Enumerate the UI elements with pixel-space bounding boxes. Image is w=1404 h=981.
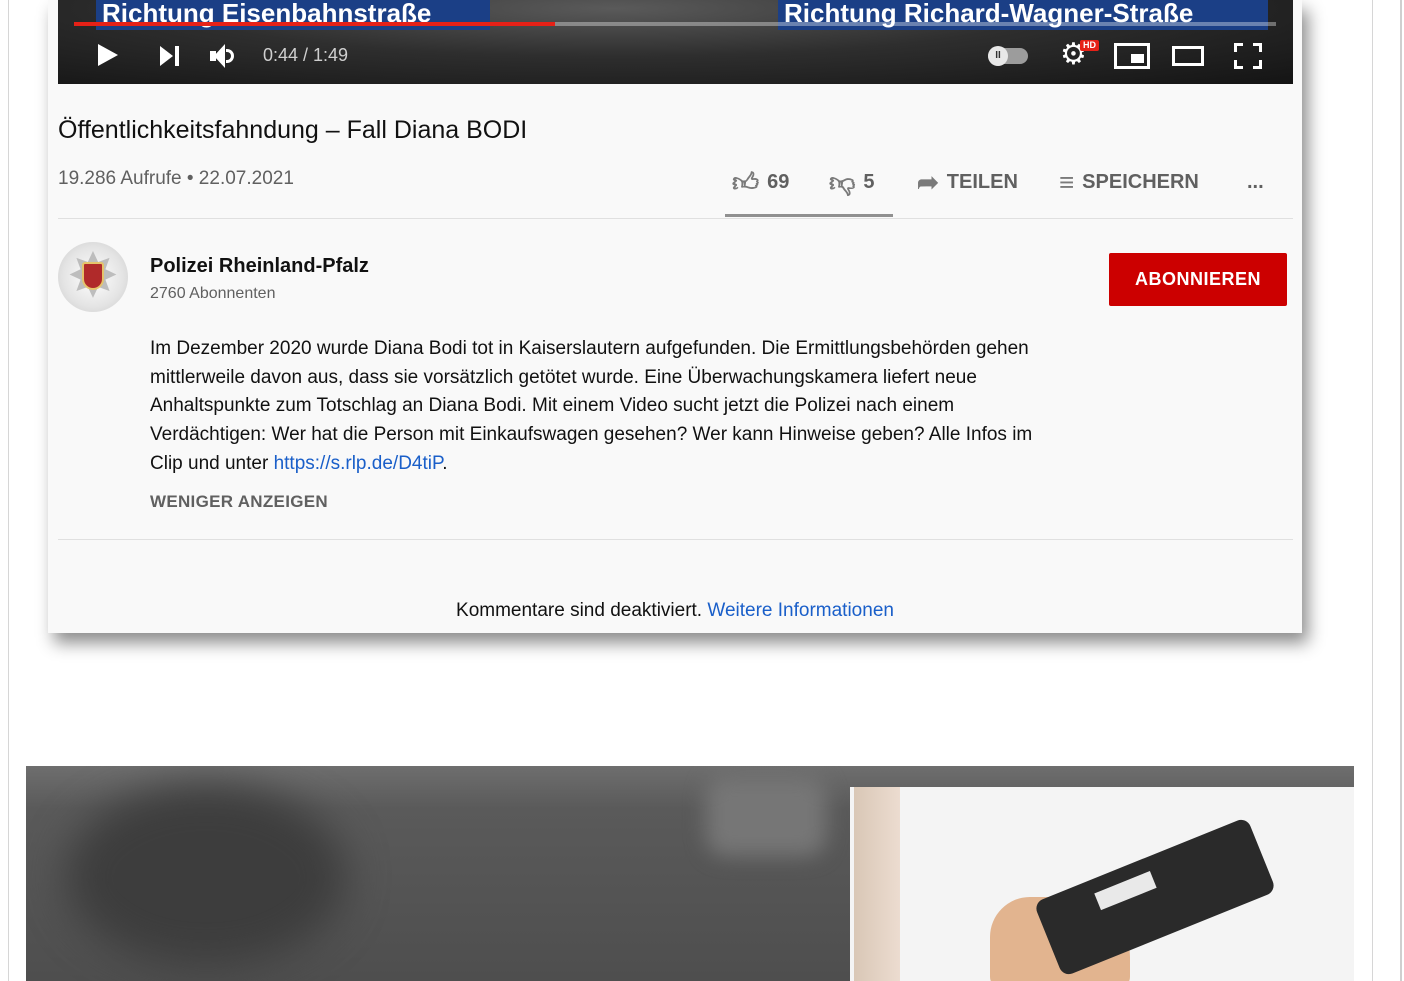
like-button[interactable]: 👍︎ 69	[732, 166, 789, 198]
more-options-button[interactable]: ...	[1247, 166, 1264, 198]
dislike-count: 5	[863, 170, 875, 193]
taser-photo-inset	[850, 787, 1354, 981]
video-meta: 19.286 Aufrufe • 22.07.2021	[58, 168, 294, 189]
channel-avatar[interactable]: ✸	[58, 242, 128, 312]
like-ratio-bar	[725, 214, 893, 217]
thumbs-down-icon: 👎︎	[829, 167, 856, 197]
miniplayer-icon[interactable]	[1114, 43, 1150, 69]
more-info-link[interactable]: Weitere Informationen	[707, 600, 894, 621]
page-border-right	[1372, 0, 1373, 981]
progress-bar[interactable]	[74, 22, 1276, 26]
volume-icon[interactable]	[210, 44, 238, 68]
taser-label	[1094, 871, 1157, 911]
progress-fill	[74, 22, 555, 26]
divider	[58, 539, 1293, 540]
coat-of-arms-icon	[82, 262, 104, 290]
share-button[interactable]: ➦ TEILEN	[917, 166, 1018, 198]
thumbs-up-icon: 👍︎	[732, 167, 760, 197]
blurred-background	[66, 786, 346, 966]
article-image	[26, 766, 1354, 981]
play-icon[interactable]	[98, 44, 118, 66]
more-dots-icon: ...	[1247, 170, 1264, 193]
hd-badge: HD	[1080, 40, 1099, 51]
blurred-highlight	[706, 776, 826, 856]
autoplay-toggle[interactable]: II	[988, 46, 1028, 66]
like-count: 69	[767, 170, 790, 193]
window-edge	[1400, 0, 1402, 981]
time-display: 0:44 / 1:49	[263, 45, 349, 65]
divider	[58, 218, 1293, 219]
next-icon[interactable]	[160, 46, 182, 66]
show-less-button[interactable]: WENIGER ANZEIGEN	[150, 492, 328, 512]
dislike-button[interactable]: 👎︎ 5	[829, 166, 875, 198]
subscribe-button[interactable]: ABONNIEREN	[1109, 253, 1287, 306]
save-button[interactable]: ≡ SPEICHERN	[1059, 166, 1199, 198]
fullscreen-icon[interactable]	[1234, 43, 1262, 69]
channel-name[interactable]: Polizei Rheinland-Pfalz	[150, 255, 369, 278]
share-label: TEILEN	[946, 170, 1018, 193]
subscriber-count: 2760 Abonnenten	[150, 285, 276, 302]
video-embed-card: Richtung Eisenbahnstraße Richtung Richar…	[48, 0, 1302, 633]
arm-shape	[854, 787, 900, 981]
page: Richtung Eisenbahnstraße Richtung Richar…	[0, 0, 1404, 981]
video-title: Öffentlichkeitsfahndung – Fall Diana BOD…	[58, 116, 528, 144]
comments-disabled-notice: Kommentare sind deaktiviert. Weitere Inf…	[48, 600, 1302, 622]
description-link[interactable]: https://s.rlp.de/D4tiP	[274, 453, 443, 474]
share-arrow-icon: ➦	[917, 167, 939, 197]
comments-text: Kommentare sind deaktiviert.	[456, 600, 708, 621]
description-end: .	[442, 452, 448, 474]
taser-device	[1033, 816, 1277, 978]
page-border-left	[8, 0, 9, 981]
video-description: Im Dezember 2020 wurde Diana Bodi tot in…	[150, 335, 1050, 479]
playlist-add-icon: ≡	[1059, 167, 1075, 197]
theater-mode-icon[interactable]	[1172, 46, 1204, 66]
video-player[interactable]: Richtung Eisenbahnstraße Richtung Richar…	[58, 0, 1293, 84]
save-label: SPEICHERN	[1082, 170, 1199, 193]
